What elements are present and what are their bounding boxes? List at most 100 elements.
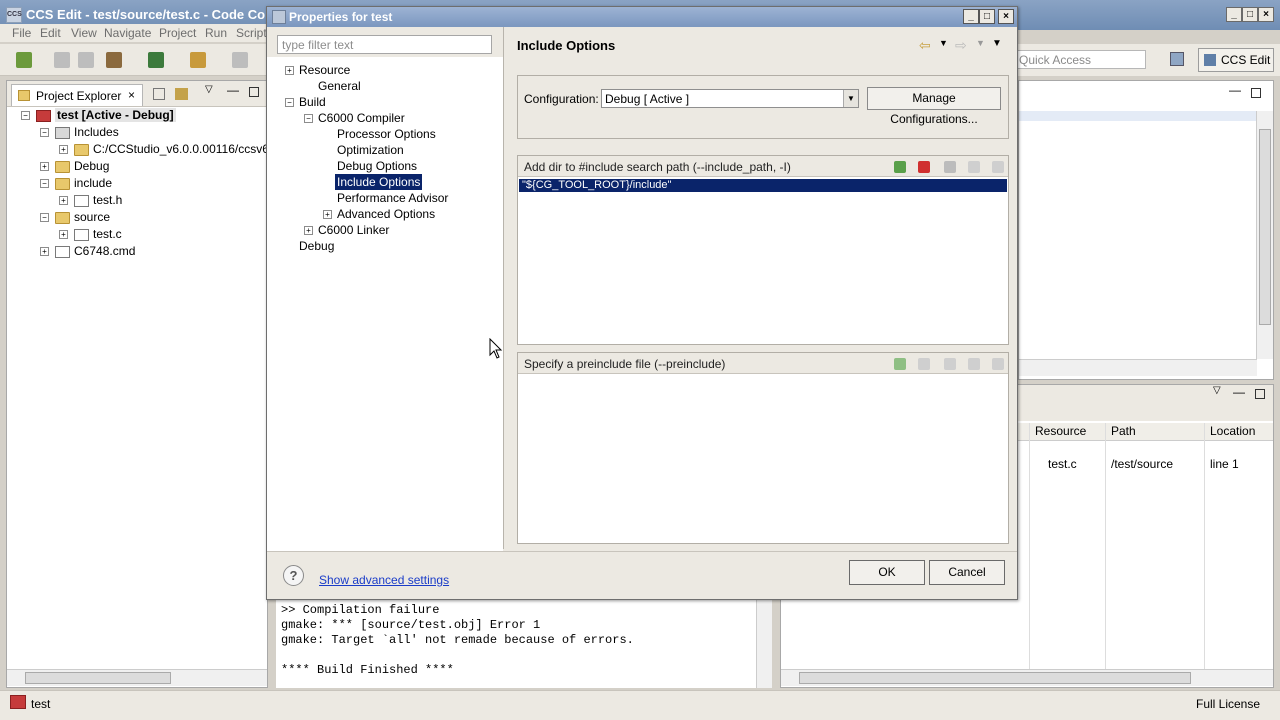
back-dropdown-icon[interactable]: ▼ bbox=[939, 38, 948, 48]
view-menu-icon[interactable]: ▼ bbox=[992, 38, 1002, 49]
outline-vertical-scrollbar[interactable] bbox=[1256, 111, 1273, 359]
explorer-horizontal-scrollbar[interactable] bbox=[7, 669, 267, 686]
ok-button[interactable]: OK bbox=[849, 560, 925, 585]
nav-item[interactable]: Processor Options bbox=[335, 126, 438, 142]
expand-icon[interactable]: + bbox=[285, 66, 294, 75]
debug-bug-icon[interactable] bbox=[148, 52, 164, 68]
menu-project[interactable]: Project bbox=[159, 26, 196, 40]
dialog-close-icon[interactable]: × bbox=[998, 9, 1014, 24]
console-vertical-scrollbar[interactable] bbox=[756, 600, 772, 688]
view-menu-icon[interactable]: ▽ bbox=[205, 84, 213, 95]
expand-icon[interactable]: + bbox=[59, 196, 68, 206]
add-icon[interactable] bbox=[894, 161, 906, 173]
collapse-icon[interactable]: − bbox=[40, 179, 49, 189]
toolbar-misc-icon[interactable] bbox=[232, 52, 248, 68]
tree-item[interactable]: − source bbox=[40, 210, 110, 227]
nav-item[interactable]: C6000 Compiler bbox=[316, 110, 407, 126]
menu-view[interactable]: View bbox=[71, 26, 97, 40]
minimize-view-icon[interactable]: — bbox=[1233, 385, 1245, 399]
nav-item[interactable]: Debug Options bbox=[335, 158, 419, 174]
collapse-icon[interactable]: − bbox=[304, 114, 313, 123]
show-advanced-settings-link[interactable]: Show advanced settings bbox=[319, 573, 449, 587]
nav-item[interactable]: Performance Advisor bbox=[335, 190, 450, 206]
expand-icon[interactable]: + bbox=[59, 230, 68, 240]
collapse-all-icon[interactable] bbox=[153, 88, 165, 100]
view-menu-icon[interactable]: ▽ bbox=[1213, 385, 1221, 396]
quick-access-input[interactable]: Quick Access bbox=[1014, 50, 1146, 69]
maximize-view-icon[interactable] bbox=[1255, 389, 1265, 399]
minimize-icon[interactable]: _ bbox=[1226, 7, 1242, 22]
tree-item[interactable]: + C6748.cmd bbox=[40, 244, 135, 261]
maximize-view-icon[interactable] bbox=[1251, 88, 1261, 98]
add-icon[interactable] bbox=[894, 358, 906, 370]
delete-icon[interactable] bbox=[918, 161, 930, 173]
link-with-editor-icon[interactable] bbox=[175, 88, 188, 100]
nav-item[interactable]: Advanced Options bbox=[335, 206, 437, 222]
scroll-thumb[interactable] bbox=[799, 672, 1191, 684]
move-down-icon[interactable] bbox=[992, 161, 1004, 173]
dialog-minimize-icon[interactable]: _ bbox=[963, 9, 979, 24]
nav-item[interactable]: C6000 Linker bbox=[316, 222, 391, 238]
maximize-view-icon[interactable] bbox=[249, 87, 259, 97]
tree-item[interactable]: + test.h bbox=[59, 193, 122, 210]
minimize-view-icon[interactable]: — bbox=[1229, 83, 1241, 97]
chevron-down-icon[interactable]: ▼ bbox=[843, 90, 858, 107]
dialog-sash[interactable] bbox=[503, 27, 504, 549]
new-icon[interactable] bbox=[16, 52, 32, 68]
expand-icon[interactable]: + bbox=[40, 247, 49, 257]
menu-edit[interactable]: Edit bbox=[40, 26, 61, 40]
save-icon[interactable] bbox=[54, 52, 70, 68]
maximize-icon[interactable]: □ bbox=[1242, 7, 1258, 22]
tree-item[interactable]: − test [Active - Debug] bbox=[21, 108, 176, 125]
forward-icon[interactable]: ⇨ bbox=[955, 37, 967, 54]
move-up-icon[interactable] bbox=[968, 358, 980, 370]
tree-item[interactable]: + Debug bbox=[40, 159, 109, 176]
edit-icon[interactable] bbox=[944, 358, 956, 370]
menu-navigate[interactable]: Navigate bbox=[104, 26, 151, 40]
problems-horizontal-scrollbar[interactable] bbox=[781, 669, 1273, 686]
expand-icon[interactable]: + bbox=[304, 226, 313, 235]
nav-item[interactable]: Optimization bbox=[335, 142, 406, 158]
tree-item[interactable]: + C:/CCStudio_v6.0.0.00116/ccsv6/tc bbox=[59, 142, 282, 159]
menu-file[interactable]: File bbox=[12, 26, 31, 40]
menu-run[interactable]: Run bbox=[205, 26, 227, 40]
delete-icon[interactable] bbox=[918, 358, 930, 370]
collapse-icon[interactable]: − bbox=[40, 213, 49, 223]
move-down-icon[interactable] bbox=[992, 358, 1004, 370]
manage-configurations-button[interactable]: Manage Configurations... bbox=[867, 87, 1001, 126]
flash-icon[interactable] bbox=[190, 52, 206, 68]
build-hammer-icon[interactable] bbox=[106, 52, 122, 68]
nav-item[interactable]: Resource bbox=[297, 62, 352, 78]
outline-horizontal-scrollbar[interactable] bbox=[1019, 359, 1257, 376]
dialog-maximize-icon[interactable]: □ bbox=[979, 9, 995, 24]
column-location[interactable]: Location bbox=[1210, 424, 1255, 438]
configuration-select[interactable]: Debug [ Active ] ▼ bbox=[601, 89, 859, 108]
nav-item[interactable]: Build bbox=[297, 94, 328, 110]
scroll-thumb[interactable] bbox=[25, 672, 171, 684]
tree-item[interactable]: − include bbox=[40, 176, 112, 193]
expand-icon[interactable]: + bbox=[40, 162, 49, 172]
include-path-item[interactable]: "${CG_TOOL_ROOT}/include" bbox=[519, 179, 1007, 192]
expand-icon[interactable]: + bbox=[59, 145, 68, 155]
minimize-view-icon[interactable]: — bbox=[227, 83, 239, 97]
open-perspective-icon[interactable] bbox=[1170, 52, 1184, 66]
column-path[interactable]: Path bbox=[1111, 424, 1136, 438]
column-resource[interactable]: Resource bbox=[1035, 424, 1086, 438]
tree-item[interactable]: + test.c bbox=[59, 227, 122, 244]
filter-input[interactable]: type filter text bbox=[277, 35, 492, 54]
collapse-icon[interactable]: − bbox=[40, 128, 49, 138]
save-all-icon[interactable] bbox=[78, 52, 94, 68]
nav-item[interactable]: General bbox=[316, 78, 363, 94]
expand-icon[interactable]: + bbox=[323, 210, 332, 219]
back-icon[interactable]: ⇦ bbox=[919, 37, 931, 54]
tree-item[interactable]: − Includes bbox=[40, 125, 119, 142]
close-icon[interactable]: × bbox=[1258, 7, 1274, 22]
collapse-icon[interactable]: − bbox=[285, 98, 294, 107]
edit-icon[interactable] bbox=[944, 161, 956, 173]
project-explorer-tab[interactable]: Project Explorer × bbox=[11, 84, 143, 106]
cancel-button[interactable]: Cancel bbox=[929, 560, 1005, 585]
nav-item[interactable]: Include Options bbox=[335, 174, 423, 190]
nav-item[interactable]: Debug bbox=[297, 238, 336, 254]
move-up-icon[interactable] bbox=[968, 161, 980, 173]
close-tab-icon[interactable]: × bbox=[128, 88, 135, 102]
